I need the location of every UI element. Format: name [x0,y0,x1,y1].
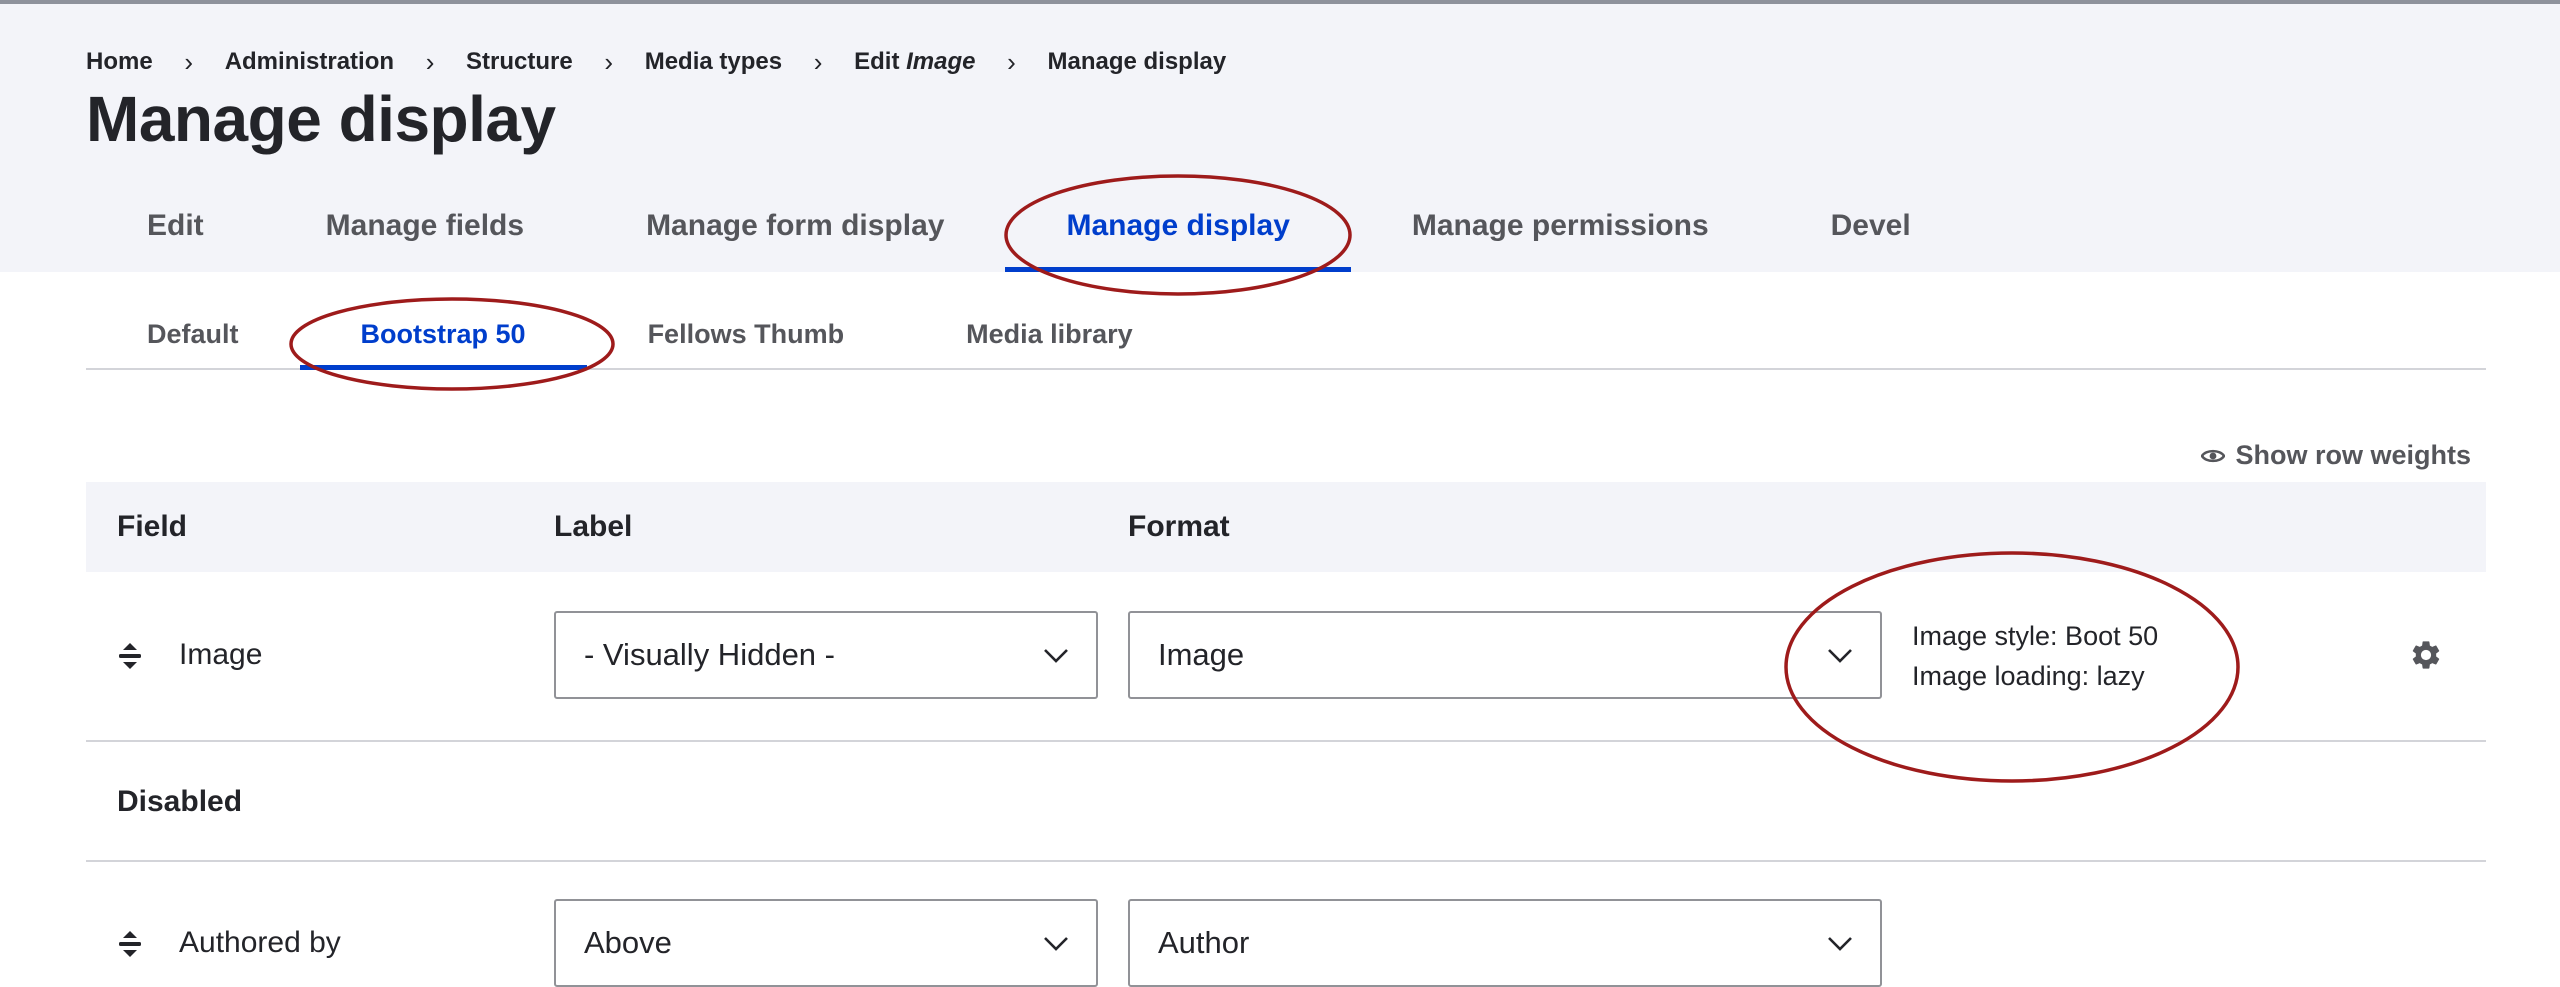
format-select-value: Image [1158,637,1245,672]
table-row: Image - Visually Hidden - Image Image st… [86,572,2486,742]
format-select[interactable]: Image [1128,611,1882,699]
secondary-tabs: Default Bootstrap 50 Fellows Thumb Media… [86,300,2486,370]
show-row-weights-label: Show row weights [2235,440,2471,470]
chevron-down-icon [1044,649,1068,663]
subtab-fellows-thumb[interactable]: Fellows Thumb [587,300,906,368]
label-select-value: Above [584,925,672,960]
disabled-region-title: Disabled [117,785,243,818]
show-row-weights-button[interactable]: Show row weights [2201,440,2471,471]
label-select-value: - Visually Hidden - [584,637,835,672]
breadcrumb-structure[interactable]: Structure [466,48,573,76]
drag-handle-icon[interactable] [116,640,144,672]
tab-edit[interactable]: Edit [86,180,265,272]
format-select[interactable]: Author [1128,899,1882,987]
tab-devel[interactable]: Devel [1770,180,1972,272]
primary-tabs: Edit Manage fields Manage form display M… [86,180,1972,272]
gear-icon[interactable] [2409,638,2443,672]
subtab-default[interactable]: Default [86,300,300,368]
table-row: Authored by Above Author [86,860,2486,987]
breadcrumb-media-types[interactable]: Media types [645,48,782,76]
disabled-region-row [86,740,2486,862]
format-summary: Image style: Boot 50 Image loading: lazy [1912,616,2158,696]
chevron-down-icon [1828,937,1852,951]
tab-manage-display[interactable]: Manage display [1005,180,1352,272]
breadcrumb-separator: › [813,46,823,77]
subtab-bootstrap-50[interactable]: Bootstrap 50 [299,300,587,370]
breadcrumb-home[interactable]: Home [86,48,153,76]
column-header-format: Format [1128,510,1230,543]
page-title: Manage display [86,83,556,155]
table-header: Field Label Format [86,482,2486,572]
breadcrumb-separator: › [1007,46,1016,77]
label-select[interactable]: Above [554,899,1098,987]
breadcrumb-separator: › [184,46,194,77]
tab-manage-form-display[interactable]: Manage form display [585,180,1005,272]
column-header-field: Field [117,510,188,543]
field-name-image: Image [179,638,263,671]
breadcrumb-edit-image[interactable]: Edit Image [854,48,975,76]
format-select-value: Author [1158,925,1250,960]
breadcrumb-edit-entity: Image [906,48,976,75]
summary-image-style: Image style: Boot 50 [1912,621,2159,651]
chevron-down-icon [1044,937,1068,951]
breadcrumb-separator: › [425,46,435,77]
chevron-down-icon [1828,649,1852,663]
tab-manage-permissions[interactable]: Manage permissions [1351,180,1770,272]
column-header-label: Label [554,510,633,543]
breadcrumb-current: Manage display [1047,48,1227,75]
breadcrumb: Home › Administration › Structure › Medi… [86,44,1226,80]
tab-manage-fields[interactable]: Manage fields [265,180,585,272]
breadcrumb-administration[interactable]: Administration [225,48,394,76]
field-name-authored-by: Authored by [179,926,341,959]
subtab-media-library[interactable]: Media library [905,300,1194,368]
drag-handle-icon[interactable] [116,928,144,960]
eye-icon [2201,449,2226,462]
label-select[interactable]: - Visually Hidden - [554,611,1098,699]
summary-image-loading: Image loading: lazy [1912,661,2145,691]
breadcrumb-edit-prefix: Edit [854,48,907,75]
breadcrumb-separator: › [604,46,614,77]
